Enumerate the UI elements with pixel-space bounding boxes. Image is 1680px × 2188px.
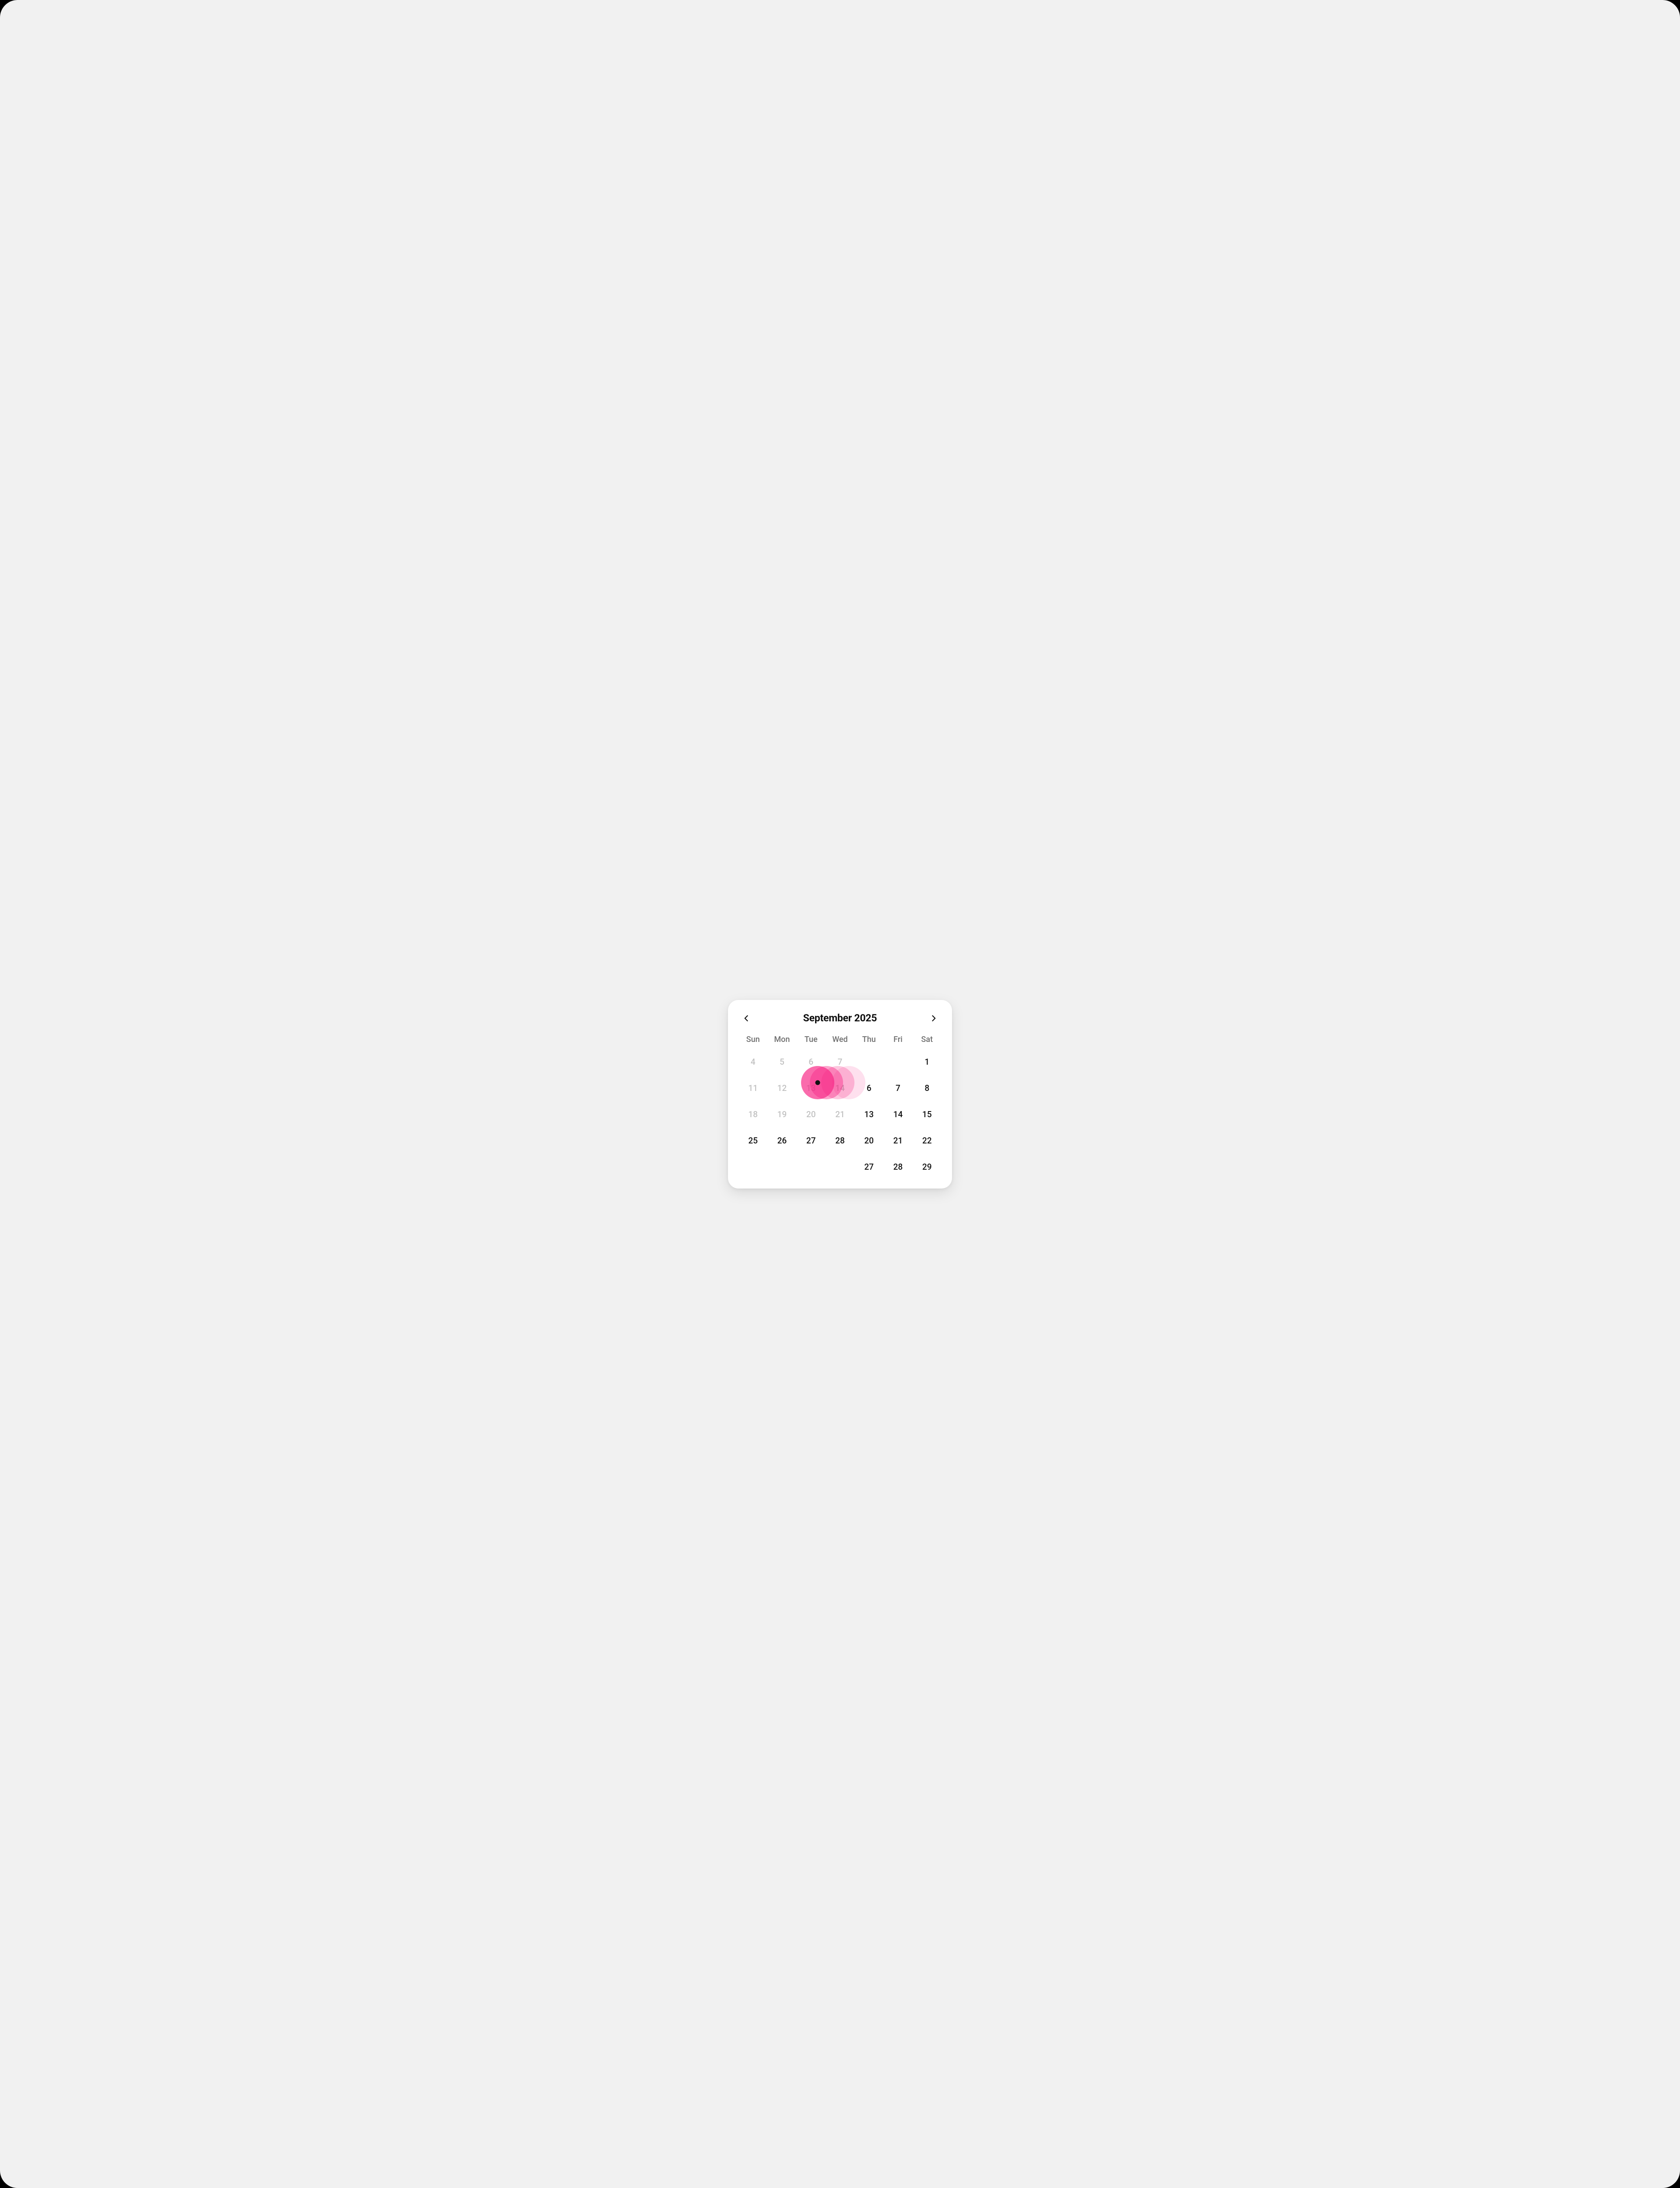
weekday-label: Fri [883, 1033, 912, 1046]
day-cell[interactable]: 4 [738, 1055, 767, 1069]
day-cell[interactable]: 6 [854, 1081, 883, 1096]
month-title: September 2025 [803, 1012, 877, 1024]
weekday-label: Thu [854, 1033, 883, 1046]
day-cell[interactable]: 27 [854, 1160, 883, 1175]
weekday-label: Sun [738, 1033, 767, 1046]
day-cell[interactable]: 12 [767, 1081, 796, 1096]
day-cell[interactable]: 14 [826, 1081, 854, 1096]
prev-month-button[interactable] [739, 1011, 753, 1025]
chevron-right-icon [929, 1014, 938, 1023]
day-cell[interactable]: 6 [797, 1055, 826, 1069]
day-cell[interactable]: 14 [883, 1107, 912, 1122]
day-cell[interactable]: 8 [913, 1081, 942, 1096]
day-cell[interactable]: 1 [913, 1055, 942, 1069]
day-cell[interactable]: 22 [913, 1133, 942, 1148]
chevron-left-icon [742, 1014, 751, 1023]
day-cell-blank [797, 1160, 826, 1175]
weekday-label: Tue [797, 1033, 826, 1046]
day-cell[interactable]: 11 [738, 1081, 767, 1096]
day-cell[interactable]: 29 [913, 1160, 942, 1175]
day-cell[interactable]: 5 [767, 1055, 796, 1069]
day-cell[interactable]: 26 [767, 1133, 796, 1148]
day-cell[interactable]: 27 [797, 1133, 826, 1148]
day-cell[interactable]: 13 [854, 1107, 883, 1122]
day-cell[interactable]: 13 [797, 1081, 826, 1096]
weekday-label: Wed [826, 1033, 854, 1046]
day-cell[interactable]: 7 [883, 1081, 912, 1096]
calendar-header: September 2025 [737, 1010, 943, 1033]
day-cell[interactable]: 28 [826, 1133, 854, 1148]
day-cell[interactable]: 18 [738, 1107, 767, 1122]
day-cell-blank [883, 1055, 912, 1069]
weekday-label: Mon [767, 1033, 796, 1046]
day-cell-blank [854, 1055, 883, 1069]
next-month-button[interactable] [927, 1011, 941, 1025]
day-cell[interactable]: 21 [883, 1133, 912, 1148]
calendar-card: September 2025 Sun Mon Tue Wed Thu Fri S… [728, 1000, 952, 1189]
day-cell[interactable]: 20 [797, 1107, 826, 1122]
day-cell[interactable]: 19 [767, 1107, 796, 1122]
day-cell-blank [738, 1160, 767, 1175]
day-cell[interactable]: 20 [854, 1133, 883, 1148]
day-cell[interactable]: 7 [826, 1055, 854, 1069]
calendar-grid: 4567111121314678181920211314152526272820… [737, 1050, 943, 1176]
weekday-row: Sun Mon Tue Wed Thu Fri Sat [737, 1033, 943, 1050]
day-cell[interactable]: 28 [883, 1160, 912, 1175]
day-cell-blank [767, 1160, 796, 1175]
day-cell[interactable]: 15 [913, 1107, 942, 1122]
day-cell[interactable]: 25 [738, 1133, 767, 1148]
day-cell-blank [826, 1160, 854, 1175]
day-cell[interactable]: 21 [826, 1107, 854, 1122]
app-stage: September 2025 Sun Mon Tue Wed Thu Fri S… [0, 0, 1680, 2188]
weekday-label: Sat [913, 1033, 942, 1046]
